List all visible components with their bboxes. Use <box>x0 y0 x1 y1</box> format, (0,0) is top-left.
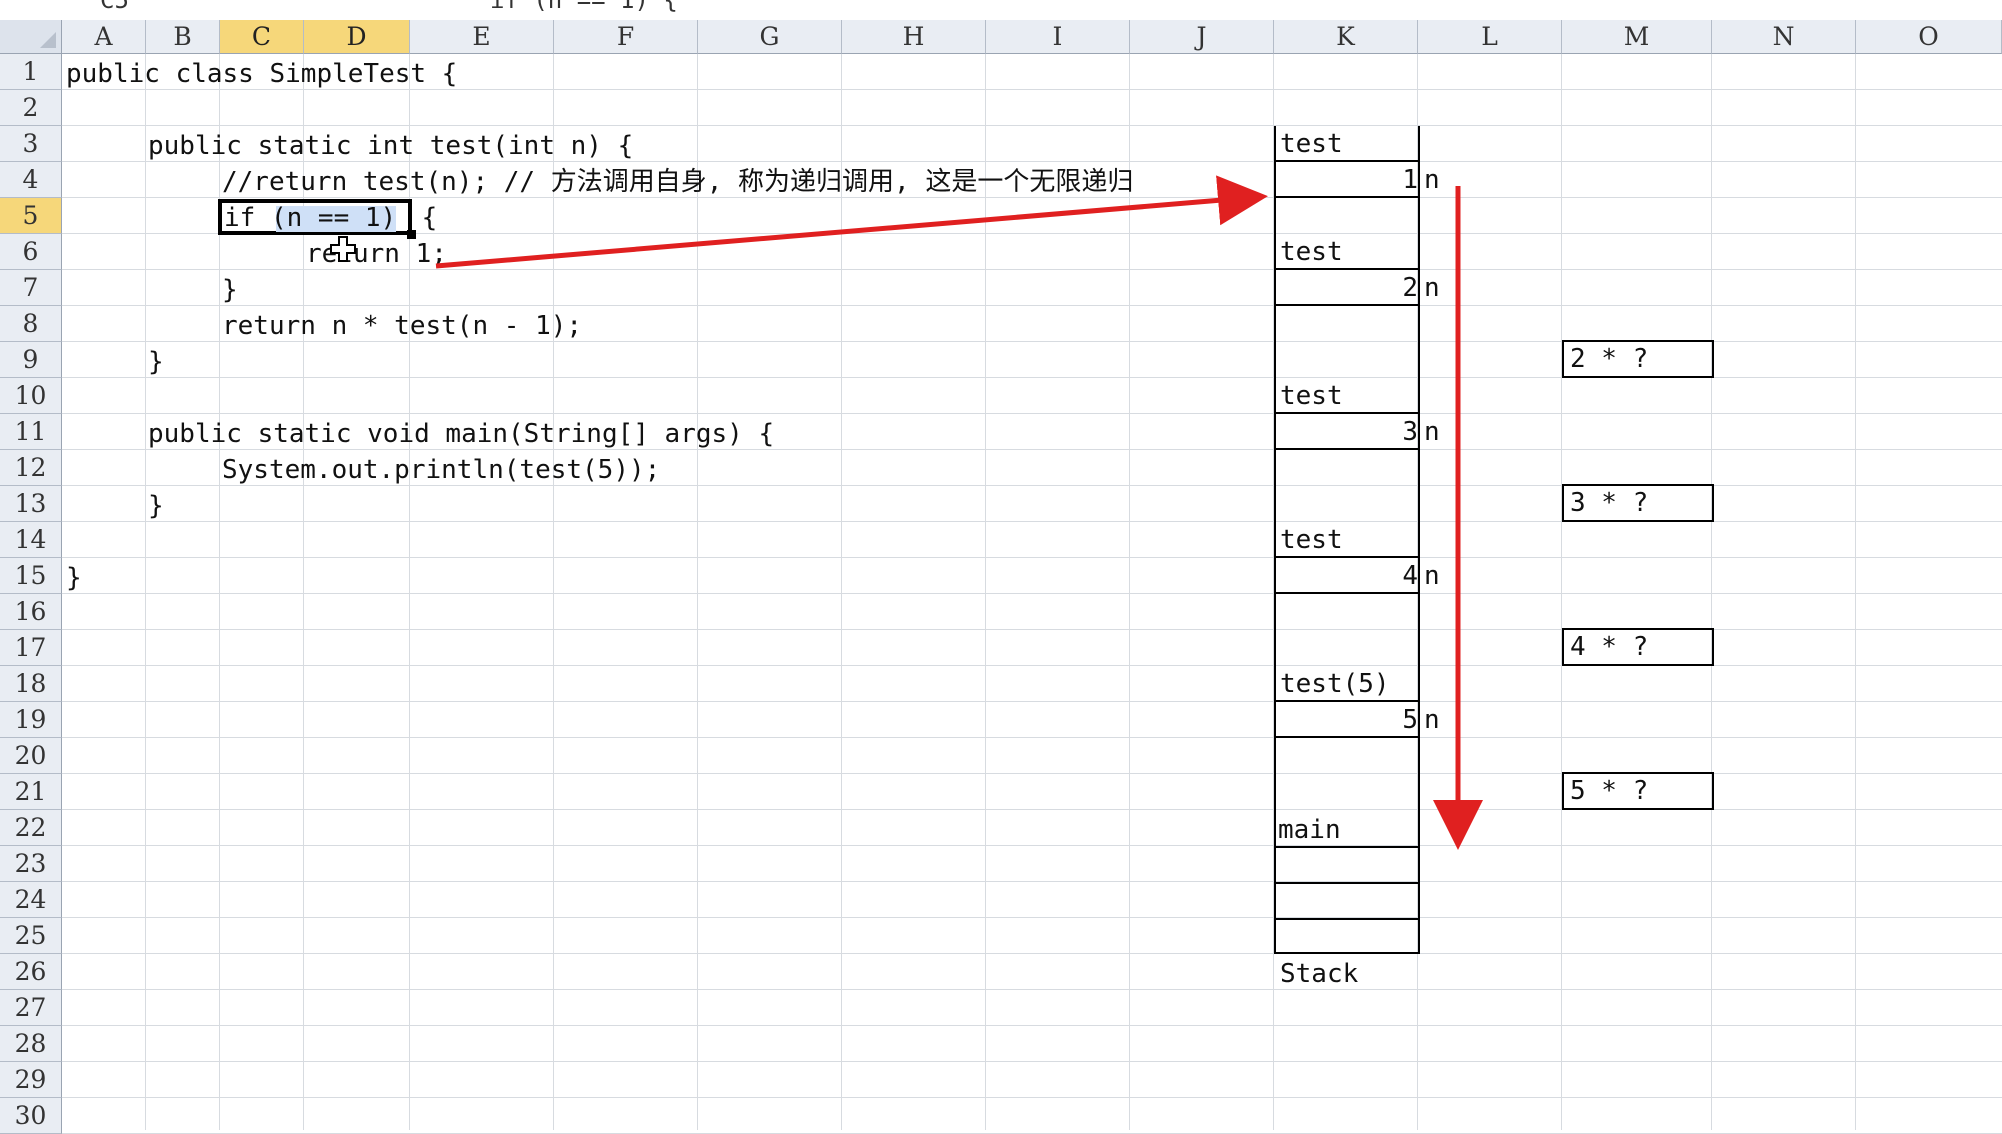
stack-frame-value: 2 <box>1402 273 1418 303</box>
return-arrow <box>435 175 1268 269</box>
stack-frame-label: test(5) <box>1280 669 1390 699</box>
stack-frame-param: n <box>1424 417 1440 447</box>
stack-frame-param: n <box>1424 165 1440 195</box>
stack-frame-param: n <box>1424 705 1440 735</box>
stack-frame-param: n <box>1424 561 1440 591</box>
stack-frame-label: test <box>1280 525 1343 555</box>
pending-multiplication-box: 4 * ? <box>1562 628 1714 666</box>
stack-frame-label: test <box>1280 381 1343 411</box>
stack-frame-param: n <box>1424 273 1440 303</box>
stack-frame-value: 3 <box>1402 417 1418 447</box>
spreadsheet[interactable]: C5 if (n == 1) { ABCDEFGHIJKLMNO 1234567… <box>0 0 2002 1134</box>
stack-frame-value: 1 <box>1402 165 1418 195</box>
stack-frame-value: 4 <box>1402 561 1418 591</box>
stack-frame-label: test <box>1280 129 1343 159</box>
pending-multiplication-box: 3 * ? <box>1562 484 1714 522</box>
stack-frame-value: 5 <box>1402 705 1418 735</box>
pending-multiplication-box: 2 * ? <box>1562 340 1714 378</box>
stack-frame-label: test <box>1280 237 1343 267</box>
pending-multiplication-box: 5 * ? <box>1562 772 1714 810</box>
arrows-layer <box>435 175 1483 850</box>
